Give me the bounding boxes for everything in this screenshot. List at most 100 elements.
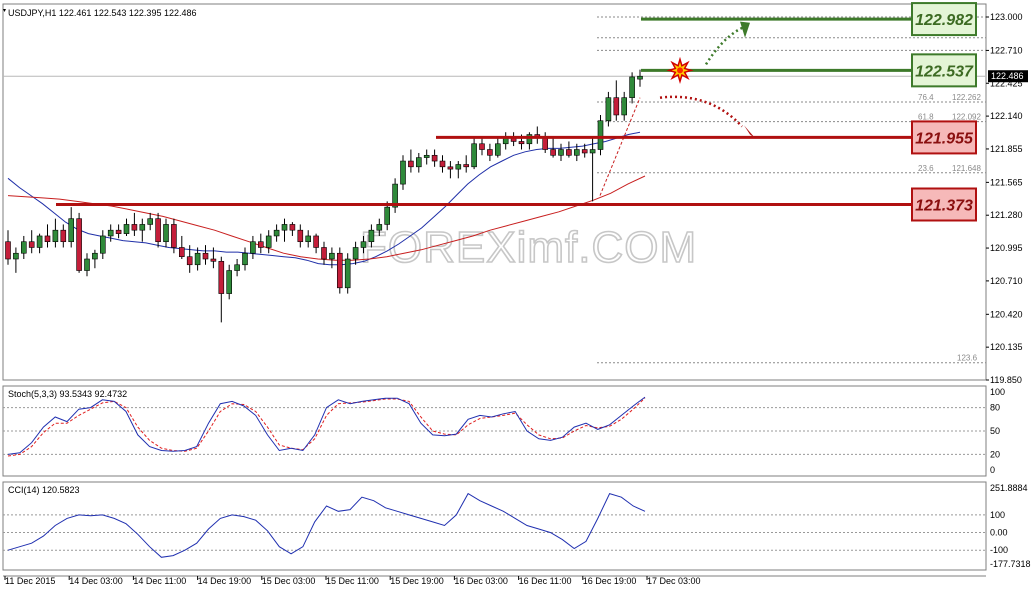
time-tick-label: 16 Dec 03:00 [454, 576, 508, 586]
candle-body [163, 224, 169, 243]
candle-body [566, 149, 572, 156]
candle-body [155, 218, 161, 243]
candle-body [542, 137, 549, 150]
candle [76, 212, 82, 273]
explosion-core-icon [677, 67, 683, 74]
candle-body [439, 160, 446, 168]
candle-body [5, 241, 11, 260]
symbol-header: USDJPY,H1 122.461 122.543 122.395 122.48… [8, 8, 197, 18]
support-line-2-label: 121.373 [915, 197, 973, 214]
stoch-tick-label: 50 [990, 426, 1000, 436]
candle-body [415, 157, 422, 168]
candle-body [179, 247, 185, 257]
candle-body [289, 224, 296, 231]
candle-body [171, 224, 177, 248]
candle-body [463, 164, 470, 168]
candle-body [581, 149, 588, 154]
candle-body [100, 235, 106, 254]
candle-body [60, 229, 67, 243]
price-tick-label: 121.565 [990, 177, 1023, 187]
candle-body [265, 235, 272, 248]
price-tick-label: 120.710 [990, 276, 1023, 286]
candle-body [494, 143, 501, 156]
candle-body [360, 241, 367, 248]
candle [336, 247, 343, 294]
candle-body [257, 241, 264, 248]
resistance-line-label: 122.537 [915, 63, 974, 80]
cci-tick-label: 100 [990, 510, 1005, 520]
candle-body [147, 218, 153, 225]
price-tick-label: 121.280 [990, 210, 1023, 220]
candle-body [573, 149, 580, 156]
candle-body [400, 160, 406, 185]
candle-body [297, 229, 304, 243]
candle-body [52, 229, 59, 243]
current-price-label: 122.486 [991, 71, 1024, 81]
candle-body [408, 160, 414, 168]
candle-body [107, 229, 114, 237]
candle-body [76, 218, 82, 271]
stoch-panel [2, 385, 987, 477]
candle-body [431, 154, 438, 162]
fib-level-value: 122.092 [952, 113, 981, 122]
stoch-tick-label: 80 [990, 403, 1000, 413]
support-line-1-label: 121.955 [915, 130, 974, 147]
candle-body [123, 224, 130, 234]
candle-body [550, 149, 556, 156]
candle-body [613, 97, 620, 116]
candle-body [226, 270, 232, 294]
candle-body [471, 143, 477, 168]
price-tick-label: 123.000 [990, 12, 1023, 22]
candle-body [20, 241, 27, 254]
time-tick-label: 14 Dec 19:00 [198, 576, 252, 586]
time-tick-label: 16 Dec 11:00 [519, 576, 572, 586]
candle-body [376, 224, 383, 231]
candle-body [597, 120, 604, 150]
stoch-tick-label: 100 [990, 387, 1005, 397]
price-tick-label: 120.995 [990, 243, 1023, 253]
candle-body [281, 224, 288, 231]
candle-body [344, 258, 351, 289]
candle-body [115, 229, 122, 234]
candle-body [250, 241, 256, 254]
candle-body [68, 218, 74, 243]
candle-body [305, 235, 312, 243]
time-tick-label: 15 Dec 11:00 [326, 576, 379, 586]
fib-level-label: 61.8 [918, 113, 934, 122]
chart-canvas: 123.000122.710122.425122.140121.855121.5… [2, 2, 1031, 586]
time-tick-label: 16 Dec 19:00 [583, 576, 637, 586]
stoch-tick-label: 0 [990, 465, 995, 475]
candle-body [44, 235, 51, 243]
price-tick-label: 120.420 [990, 309, 1023, 319]
stoch-tick-label: 20 [990, 449, 1000, 459]
time-tick-label: 15 Dec 03:00 [262, 576, 316, 586]
candle-body [273, 229, 280, 237]
candle-body [194, 252, 201, 266]
candle-body [28, 241, 35, 248]
candle-body [36, 235, 43, 248]
candle-body [13, 252, 19, 260]
candle-body [479, 143, 485, 150]
price-tick-label: 120.135 [990, 342, 1023, 352]
stoch-title: Stoch(5,3,3) 93.5343 92.4732 [8, 389, 127, 399]
candle-body [629, 76, 635, 98]
target-line-label: 122.982 [915, 12, 973, 29]
candle-body [518, 141, 525, 145]
main-panel [2, 3, 987, 381]
fib-level-label: 76.4 [918, 93, 934, 102]
candle-body [368, 229, 375, 243]
cci-tick-label: -100 [990, 545, 1008, 555]
time-tick-label: 14 Dec 11:00 [133, 576, 186, 586]
candle-body [139, 224, 146, 231]
cci-tick-label: 251.8884 [990, 483, 1028, 493]
time-tick-label: 11 Dec 2015 [5, 576, 55, 586]
price-tick-label: 119.850 [990, 375, 1022, 385]
fib-level-value: 121.648 [952, 164, 981, 173]
candle-body [329, 252, 335, 260]
candle-body [210, 258, 217, 262]
candle-body [84, 258, 90, 271]
candle [597, 114, 604, 156]
candle-body [455, 164, 462, 170]
candle-body [242, 252, 248, 266]
candle-body [92, 252, 98, 260]
